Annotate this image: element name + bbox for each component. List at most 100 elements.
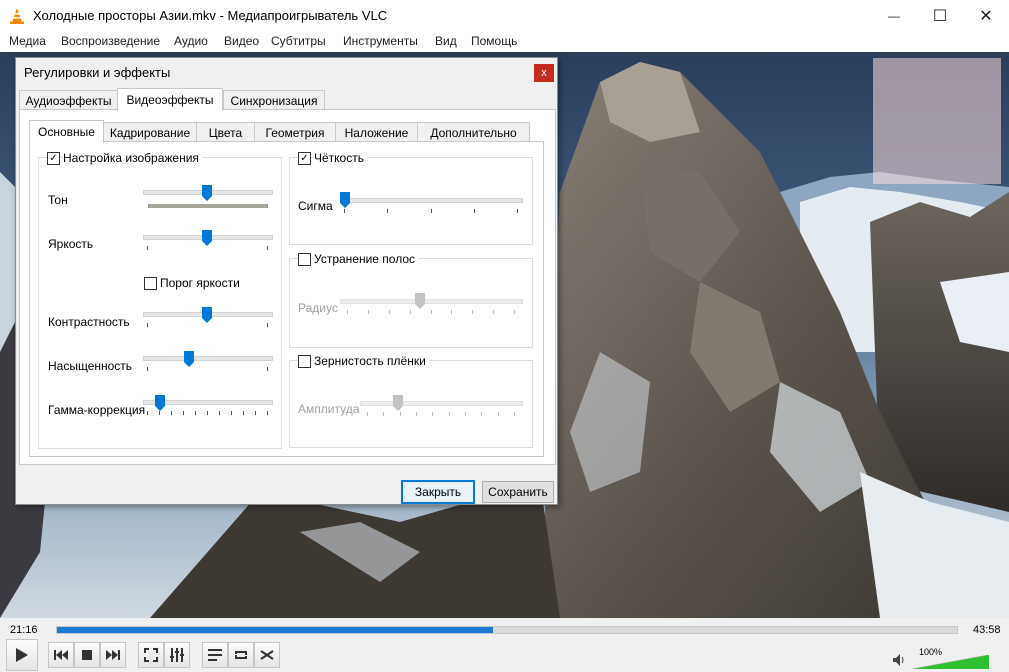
brightness-threshold-checkbox[interactable] [144, 277, 157, 290]
slider-tick [493, 310, 495, 314]
previous-button[interactable] [48, 642, 74, 668]
check-icon: ✓ [49, 153, 58, 164]
slider-tick [497, 412, 499, 416]
sharpen-label: Чёткость [314, 151, 367, 165]
subtab-overlay[interactable]: Наложение [335, 122, 418, 142]
brightness-threshold-label: Порог яркости [160, 276, 240, 290]
radius-slider-thumb[interactable] [415, 293, 426, 309]
contrast-slider-thumb[interactable] [202, 307, 212, 323]
slider-tick [465, 412, 466, 416]
slider-tick [451, 310, 453, 314]
deband-label: Устранение полос [314, 252, 419, 266]
brightness-label: Яркость [48, 237, 94, 251]
fullscreen-button[interactable] [138, 642, 164, 668]
brightness-slider-thumb[interactable] [202, 230, 212, 246]
shuffle-button[interactable] [254, 642, 280, 668]
slider-tick [267, 367, 268, 371]
save-button[interactable]: Сохранить [482, 481, 554, 503]
gamma-slider-thumb[interactable] [154, 395, 165, 411]
check-icon: ✓ [300, 153, 309, 164]
slider-tick [267, 246, 268, 250]
loop-button[interactable] [228, 642, 254, 668]
playlist-icon [208, 649, 222, 661]
dialog-title: Регулировки и эффекты [24, 65, 171, 80]
play-button[interactable] [6, 639, 38, 671]
play-icon [16, 648, 28, 662]
subtab-colors[interactable]: Цвета [196, 122, 255, 142]
image-adjust-checkbox[interactable]: ✓ [47, 152, 60, 165]
slider-tick [383, 412, 385, 416]
contrast-label: Контрастность [48, 315, 130, 329]
menu-video[interactable]: Видео [224, 34, 259, 48]
slider-tick [481, 412, 483, 416]
slider-tick [388, 310, 390, 314]
seek-bar[interactable] [56, 626, 958, 634]
slider-tick [387, 209, 389, 213]
tab-synchronization[interactable]: Синхронизация [223, 90, 325, 110]
minimize-button[interactable]: — [871, 0, 917, 32]
window-title: Холодные просторы Азии.mkv - Медиапроигр… [33, 8, 388, 23]
dialog-close-button[interactable]: x [534, 64, 554, 82]
previous-icon [54, 650, 68, 660]
amplitude-slider-thumb[interactable] [393, 395, 404, 411]
subtab-advanced[interactable]: Дополнительно [417, 122, 530, 142]
tab-audio-effects[interactable]: Аудиоэффекты [19, 90, 118, 110]
menu-subtitles[interactable]: Субтитры [271, 34, 326, 48]
menu-tools[interactable]: Инструменты [343, 34, 418, 48]
slider-tick [183, 411, 184, 415]
speaker-icon[interactable] [893, 654, 907, 666]
slider-tick [255, 411, 256, 415]
channel-logo-watermark [873, 58, 1001, 184]
slider-tick [147, 411, 148, 415]
saturation-slider-thumb[interactable] [184, 351, 195, 367]
hue-slider-thumb[interactable] [202, 185, 212, 201]
sharpen-checkbox[interactable]: ✓ [298, 152, 311, 165]
volume-slider[interactable] [913, 655, 989, 669]
menu-view[interactable]: Вид [435, 34, 457, 48]
slider-tick [514, 412, 515, 416]
grain-checkbox[interactable] [298, 355, 311, 368]
saturation-slider[interactable] [143, 356, 273, 361]
stop-button[interactable] [74, 642, 100, 668]
effects-dialog: Регулировки и эффекты x Аудиоэффекты Вид… [15, 57, 558, 505]
maximize-icon: ☐ [932, 8, 948, 25]
subtab-geometry[interactable]: Геометрия [254, 122, 336, 142]
next-icon [106, 650, 120, 660]
fullscreen-icon [144, 648, 158, 662]
tab-video-effects[interactable]: Видеоэффекты [117, 88, 223, 111]
deband-checkbox[interactable] [298, 253, 311, 266]
elapsed-time: 21:16 [10, 624, 38, 636]
slider-tick [344, 209, 345, 213]
menu-help[interactable]: Помощь [471, 34, 517, 48]
close-window-button[interactable]: ✕ [963, 0, 1009, 32]
slider-tick [473, 209, 475, 213]
slider-tick [147, 323, 148, 327]
slider-tick [367, 310, 369, 314]
equalizer-icon [170, 648, 184, 662]
gamma-label: Гамма-коррекция [48, 403, 146, 417]
slider-tick [430, 209, 432, 213]
menu-media[interactable]: Медиа [9, 34, 46, 48]
basic-panel: ✓ Настройка изображения Тон Яркость Поро… [29, 141, 544, 457]
slider-tick [267, 323, 268, 327]
sigma-slider[interactable] [340, 198, 523, 203]
close-dialog-button[interactable]: Закрыть [401, 480, 475, 504]
slider-tick [517, 209, 518, 213]
amplitude-slider[interactable] [360, 401, 523, 406]
maximize-button[interactable]: ☐ [917, 0, 963, 32]
close-icon: x [541, 67, 547, 79]
amplitude-label: Амплитуда [298, 402, 360, 416]
extended-settings-button[interactable] [164, 642, 190, 668]
subtab-basic[interactable]: Основные [29, 120, 104, 143]
sigma-slider-thumb[interactable] [340, 192, 350, 208]
playlist-button[interactable] [202, 642, 228, 668]
menu-playback[interactable]: Воспроизведение [61, 34, 160, 48]
hue-color-strip [148, 204, 268, 208]
radius-slider[interactable] [340, 299, 523, 304]
slider-tick [430, 310, 432, 314]
next-button[interactable] [100, 642, 126, 668]
slider-tick [367, 412, 368, 416]
menu-audio[interactable]: Аудио [174, 34, 208, 48]
slider-tick [243, 411, 244, 415]
subtab-crop[interactable]: Кадрирование [103, 122, 197, 142]
